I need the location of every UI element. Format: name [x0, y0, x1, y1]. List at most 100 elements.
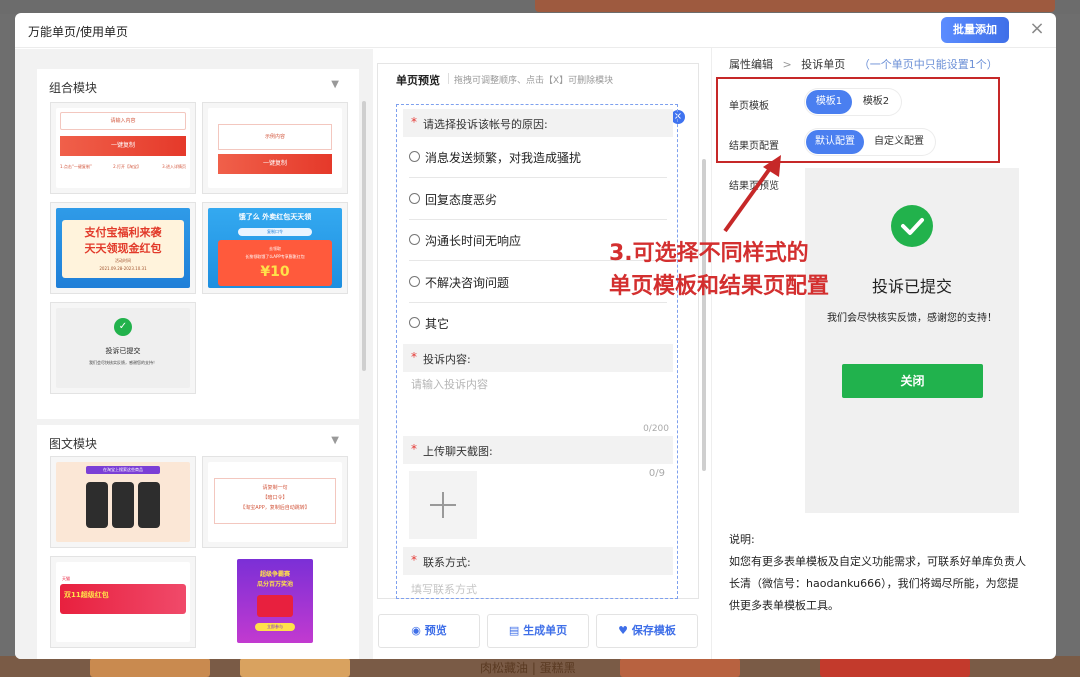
option-label: 不解决咨询问题 [425, 276, 510, 290]
thumb-caption: 2021.09.28-2023.10.31 [99, 266, 147, 271]
backdrop-banner [535, 0, 1055, 12]
contact-question: * 联系方式: [403, 547, 673, 575]
thumb-caption: 请复制一句 [262, 485, 288, 491]
result-subtitle: 我们会尽快核实反馈，感谢您的支持！ [827, 313, 997, 324]
document-icon: ▤ [508, 624, 520, 637]
plus-icon [442, 492, 444, 518]
breadcrumb-root[interactable]: 属性编辑 [729, 58, 773, 71]
required-mark: * [411, 350, 417, 364]
upload-question: * 上传聊天截图: [403, 436, 673, 464]
batch-add-button[interactable]: 批量添加 [941, 17, 1009, 43]
radio-icon[interactable] [409, 317, 420, 328]
template-selector: 模板1 模板2 [805, 89, 901, 115]
required-mark: * [411, 442, 417, 456]
preview-button[interactable]: ◉ 预览 [378, 614, 480, 648]
backdrop-bottom: 肉松藏油 | 蛋糕黑 [0, 656, 1080, 677]
thumb-caption: 活动时间 [115, 258, 131, 263]
upload-label: 上传聊天截图: [423, 445, 493, 458]
module-thumb-contest[interactable]: 超级争霸赛 瓜分百万奖池 立即参与 [202, 556, 348, 648]
thumb-headline: 双11超级红包 [64, 591, 109, 599]
annotation-line-2: 单页模板和结果页配置 [609, 274, 830, 299]
thumb-step: 3.进入详情页 [162, 164, 186, 169]
thumb-caption: 我们会尽快核实反馈，感谢您的支持！ [89, 360, 157, 365]
notes-title: 说明: [729, 533, 755, 546]
result-title: 投诉已提交 [871, 277, 952, 296]
module-thumb-copy-1[interactable]: 请输入内容 一键复制 1.点击“一键复制” 2.打开【淘宝】 3.进入详情页 [50, 102, 196, 194]
thumb-button: 立即参与 [255, 623, 295, 631]
backdrop-tile [820, 658, 970, 677]
phone-image [86, 482, 108, 528]
upload-image-button[interactable] [409, 471, 477, 539]
upload-counter: 0/9 [648, 468, 665, 479]
red-envelope-image [257, 595, 293, 617]
thumb-caption: 去领取 [269, 246, 281, 251]
save-template-button[interactable]: ♥ 保存模板 [596, 614, 698, 648]
reason-option[interactable]: 消息发送频繁，对我造成骚扰 [409, 137, 667, 178]
text-image-module-section: 图文模块 ▼ 在淘宝上搜索这些商品 请复制一句 【暗口令】 【淘宝APP，复制后… [37, 425, 359, 659]
close-icon[interactable]: × [1028, 18, 1046, 40]
result-close-button[interactable]: 关闭 [842, 364, 983, 398]
phone-image [138, 482, 160, 528]
preview-scrollbar[interactable] [702, 159, 706, 471]
modal-title: 万能单页/使用单页 [28, 25, 129, 39]
save-template-label: 保存模板 [631, 624, 676, 637]
module-library: 组合模块 ▼ 请输入内容 一键复制 1.点击“一键复制” 2.打开【淘宝】 3.… [15, 49, 373, 659]
contact-input[interactable]: 填写联系方式 [403, 575, 673, 598]
result-option-default[interactable]: 默认配置 [806, 130, 864, 154]
thumb-caption: 【淘宝APP，复制后自动跳转】 [240, 505, 310, 511]
thumb-chip: 复制口令 [238, 228, 312, 236]
notes: 说明: 如您有更多表单模板及自定义功能需求，可联系好单库负责人长清（微信号：ha… [729, 529, 1029, 617]
module-thumb-eleme[interactable]: 饿了么 外卖红包天天领 复制口令 去领取 长按领取饿了么APP专享膨胀红包 ¥1… [202, 202, 348, 294]
module-thumb-double11[interactable]: 天猫 双11超级红包 [50, 556, 196, 648]
backdrop-text: 肉松藏油 | 蛋糕黑 [480, 661, 576, 675]
module-thumb-product-list[interactable]: 在淘宝上搜索这些商品 [50, 456, 196, 548]
content-placeholder: 请输入投诉内容 [411, 378, 488, 391]
content-textarea[interactable]: 请输入投诉内容 0/200 [403, 372, 673, 434]
page-preview-panel: 单页预览 拖拽可调整顺序、点击【X】可删除模块 × * 请选择投诉该帐号的原因:… [377, 63, 706, 599]
complaint-form-preview[interactable]: * 请选择投诉该帐号的原因: 消息发送频繁，对我造成骚扰 回复态度恶劣 沟通长时… [396, 104, 678, 599]
panel-divider [711, 48, 712, 659]
thumb-input: 示例内容 [218, 124, 332, 150]
template-option-2[interactable]: 模板2 [854, 90, 898, 114]
module-thumb-password[interactable]: 请复制一句 【暗口令】 【淘宝APP，复制后自动跳转】 [202, 456, 348, 548]
result-config-label: 结果页配置 [729, 141, 779, 152]
template-label: 单页模板 [729, 101, 769, 112]
eye-icon: ◉ [411, 624, 421, 637]
module-thumb-copy-2[interactable]: 示例内容 一键复制 [202, 102, 348, 194]
modal-dialog: 万能单页/使用单页 批量添加 × 组合模块 ▼ 请输入内容 一键复制 1.点击“… [15, 13, 1056, 659]
preview-hint: 拖拽可调整顺序、点击【X】可删除模块 [454, 76, 614, 86]
module-thumb-alipay[interactable]: 支付宝福利来袭 天天领现金红包 活动时间 2021.09.28-2023.10.… [50, 202, 196, 294]
required-mark: * [411, 115, 417, 129]
option-label: 其它 [425, 317, 450, 331]
radio-icon[interactable] [409, 276, 420, 287]
breadcrumb-note: （一个单页中只能设置1个） [858, 58, 998, 71]
preview-title: 单页预览 [396, 74, 440, 87]
option-label: 回复态度恶劣 [425, 193, 498, 207]
annotation-text: 3.可选择不同样式的 单页模板和结果页配置 [609, 237, 829, 303]
header-divider [15, 47, 1056, 48]
result-option-custom[interactable]: 自定义配置 [866, 130, 932, 154]
thumb-headline: 瓜分百万奖池 [256, 581, 293, 588]
template-option-1[interactable]: 模板1 [806, 90, 852, 114]
result-config-selector: 默认配置 自定义配置 [805, 129, 935, 155]
generate-page-button[interactable]: ▤ 生成单页 [487, 614, 589, 648]
chevron-down-icon[interactable]: ▼ [331, 79, 339, 90]
left-scrollbar[interactable] [362, 101, 366, 371]
annotation-line-1: 3.可选择不同样式的 [609, 241, 809, 266]
radio-icon[interactable] [409, 151, 420, 162]
option-label: 消息发送频繁，对我造成骚扰 [425, 151, 582, 165]
module-thumb-complaint-result[interactable]: ✓ 投诉已提交 我们会尽快核实反馈，感谢您的支持！ [50, 302, 196, 394]
content-label: 投诉内容: [423, 353, 471, 366]
backdrop-tile [90, 658, 210, 677]
contact-label: 联系方式: [423, 556, 471, 569]
radio-icon[interactable] [409, 193, 420, 204]
radio-icon[interactable] [409, 234, 420, 245]
title-divider [448, 73, 449, 84]
chevron-down-icon[interactable]: ▼ [331, 435, 339, 446]
reason-option[interactable]: 其它 [409, 303, 667, 344]
group-module-section: 组合模块 ▼ 请输入内容 一键复制 1.点击“一键复制” 2.打开【淘宝】 3.… [37, 69, 359, 419]
thumb-copy-button: 一键复制 [60, 136, 186, 156]
notes-body: 如您有更多表单模板及自定义功能需求，可联系好单库负责人长清（微信号：haodan… [729, 555, 1026, 612]
text-image-module-title: 图文模块 [49, 437, 98, 451]
reason-option[interactable]: 回复态度恶劣 [409, 179, 667, 220]
